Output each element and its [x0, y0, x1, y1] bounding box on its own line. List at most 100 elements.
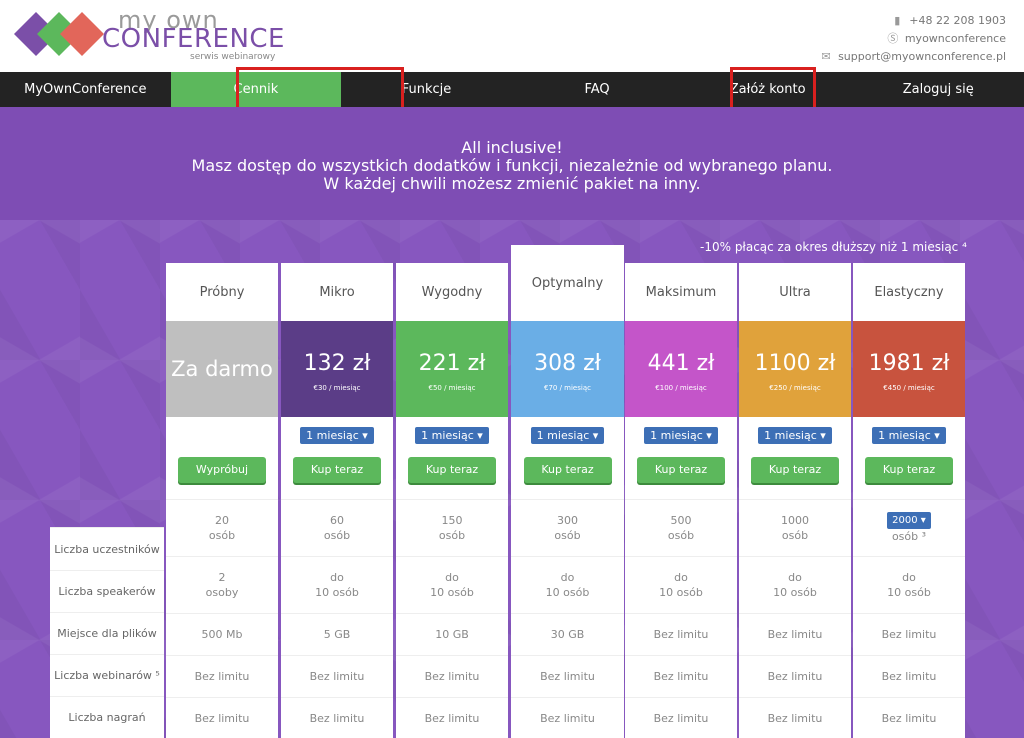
cell-participants: 150 osób — [396, 499, 508, 556]
cell-recordings: Bez limitu — [166, 697, 278, 738]
cell-recordings: Bez limitu — [511, 697, 624, 738]
envelope-icon: ✉ — [821, 50, 831, 63]
button-area: Kup teraz — [739, 453, 851, 499]
phone-number[interactable]: +48 22 208 1903 — [909, 12, 1006, 30]
logo-tagline: serwis webinarowy — [190, 52, 276, 62]
period-area: 1 miesiąc ▾ — [625, 417, 737, 453]
button-area: Kup teraz — [511, 453, 624, 499]
period-dropdown[interactable]: 1 miesiąc ▾ — [758, 426, 832, 444]
buy-button[interactable]: Kup teraz — [637, 457, 725, 483]
price-box: Za darmo — [166, 321, 278, 417]
cell-storage: 10 GB — [396, 613, 508, 655]
skype-icon: Ⓢ — [887, 32, 899, 45]
plan-column-5: Ultra 1100 zł €250 / miesiąc 1 miesiąc ▾ Kup… — [739, 263, 851, 738]
cell-webinars: Bez limitu — [625, 655, 737, 697]
price-box: 441 zł €100 / miesiąc — [625, 321, 737, 417]
logo[interactable]: my own CONFERENCE serwis webinarowy — [14, 6, 285, 64]
nav-home[interactable]: MyOwnConference — [0, 72, 171, 107]
period-dropdown[interactable]: 1 miesiąc ▾ — [300, 426, 374, 444]
button-area: Kup teraz — [853, 453, 965, 499]
plan-column-0: Próbny Za darmo Wypróbuj 20 osób 2 osoby 500 … — [166, 263, 278, 738]
cell-recordings: Bez limitu — [396, 697, 508, 738]
cell-webinars: Bez limitu — [396, 655, 508, 697]
participants-dropdown[interactable]: 2000 ▾ — [887, 512, 931, 529]
nav-features[interactable]: Funkcje — [341, 72, 512, 107]
email-link[interactable]: support@myownconference.pl — [838, 48, 1006, 66]
participants-unit: osób ³ — [891, 530, 927, 543]
banner-line-1: All inclusive! — [461, 138, 563, 157]
skype-name[interactable]: myownconference — [905, 30, 1006, 48]
cell-speakers: 2 osoby — [166, 556, 278, 613]
phone-icon: ▮ — [894, 14, 901, 27]
plan-column-4: Maksimum 441 zł €100 / miesiąc 1 miesiąc ▾ K… — [625, 263, 737, 738]
cell-recordings: Bez limitu — [853, 697, 965, 738]
buy-button[interactable]: Kup teraz — [293, 457, 381, 483]
nav-register[interactable]: Załóż konto — [682, 72, 853, 107]
price-box: 1981 zł €450 / miesiąc — [853, 321, 965, 417]
logo-text-main: CONFERENCE — [102, 24, 285, 54]
period-area: 1 miesiąc ▾ — [396, 417, 508, 453]
plan-column-3: Optymalny 308 zł €70 / miesiąc 1 miesiąc ▾ K… — [511, 245, 624, 738]
button-area: Kup teraz — [396, 453, 508, 499]
buy-button[interactable]: Wypróbuj — [178, 457, 266, 483]
buy-button[interactable]: Kup teraz — [523, 457, 612, 483]
price-box: 1100 zł €250 / miesiąc — [739, 321, 851, 417]
period-area: 1 miesiąc ▾ — [739, 417, 851, 453]
row-labels: Liczba uczestników Liczba speakerów Miej… — [50, 527, 164, 738]
price-value: Za darmo — [171, 357, 273, 381]
price-box: 308 zł €70 / miesiąc — [511, 321, 624, 417]
period-dropdown[interactable]: 1 miesiąc ▾ — [530, 426, 605, 444]
period-area: 1 miesiąc ▾ — [853, 417, 965, 453]
cell-participants: 1000 osób — [739, 499, 851, 556]
logo-diamonds-icon — [14, 12, 104, 56]
cell-speakers: do 10 osób — [739, 556, 851, 613]
buy-button[interactable]: Kup teraz — [751, 457, 839, 483]
price-monthly: €70 / miesiąc — [544, 384, 591, 392]
period-dropdown[interactable]: 1 miesiąc ▾ — [644, 426, 718, 444]
cell-recordings: Bez limitu — [739, 697, 851, 738]
cell-webinars: Bez limitu — [166, 655, 278, 697]
label-participants: Liczba uczestników — [50, 527, 164, 570]
period-area: 1 miesiąc ▾ — [511, 417, 624, 453]
nav-faq[interactable]: FAQ — [512, 72, 683, 107]
cell-webinars: Bez limitu — [281, 655, 393, 697]
buy-button[interactable]: Kup teraz — [408, 457, 496, 483]
cell-storage: Bez limitu — [625, 613, 737, 655]
plan-column-2: Wygodny 221 zł €50 / miesiąc 1 miesiąc ▾ Kup… — [396, 263, 508, 738]
plan-column-6: Elastyczny 1981 zł €450 / miesiąc 1 miesiąc… — [853, 263, 965, 738]
price-monthly: €50 / miesiąc — [428, 384, 476, 392]
period-dropdown[interactable]: 1 miesiąc ▾ — [872, 426, 946, 444]
label-speakers: Liczba speakerów — [50, 570, 164, 612]
label-recordings: Liczba nagrań — [50, 696, 164, 738]
price-monthly: €30 / miesiąc — [313, 384, 361, 392]
banner-line-3: W każdej chwili możesz zmienić pakiet na… — [323, 174, 701, 193]
cell-speakers: do 10 osób — [853, 556, 965, 613]
button-area: Kup teraz — [281, 453, 393, 499]
price-value: 221 zł — [418, 351, 486, 376]
buy-button[interactable]: Kup teraz — [865, 457, 953, 483]
label-webinars: Liczba webinarów ⁵ — [50, 654, 164, 696]
cell-participants: 20 osób — [166, 499, 278, 556]
cell-participants: 2000 ▾ osób ³ — [853, 499, 965, 556]
cell-recordings: Bez limitu — [281, 697, 393, 738]
plan-name: Ultra — [779, 284, 811, 300]
cell-speakers: do 10 osób — [511, 556, 624, 613]
cell-webinars: Bez limitu — [853, 655, 965, 697]
nav-pricing[interactable]: Cennik — [170, 72, 342, 107]
all-inclusive-banner: All inclusive! Masz dostęp do wszystkich… — [0, 107, 1024, 220]
cell-speakers: do 10 osób — [396, 556, 508, 613]
cell-speakers: do 10 osób — [281, 556, 393, 613]
banner-line-2: Masz dostęp do wszystkich dodatków i fun… — [191, 156, 833, 175]
discount-note: -10% płacąc za okres dłuższy niż 1 miesi… — [700, 240, 967, 254]
cell-storage: 500 Mb — [166, 613, 278, 655]
button-area: Wypróbuj — [166, 453, 278, 499]
price-box: 221 zł €50 / miesiąc — [396, 321, 508, 417]
price-monthly: €250 / miesiąc — [769, 384, 821, 392]
cell-storage: Bez limitu — [853, 613, 965, 655]
period-dropdown[interactable]: 1 miesiąc ▾ — [415, 426, 489, 444]
nav-login[interactable]: Zaloguj się — [853, 72, 1024, 107]
contact-info: ▮ +48 22 208 1903 Ⓢmyownconference ✉ suppo… — [820, 12, 1006, 66]
cell-storage: 5 GB — [281, 613, 393, 655]
price-value: 308 zł — [534, 351, 601, 376]
price-monthly: €450 / miesiąc — [883, 384, 935, 392]
